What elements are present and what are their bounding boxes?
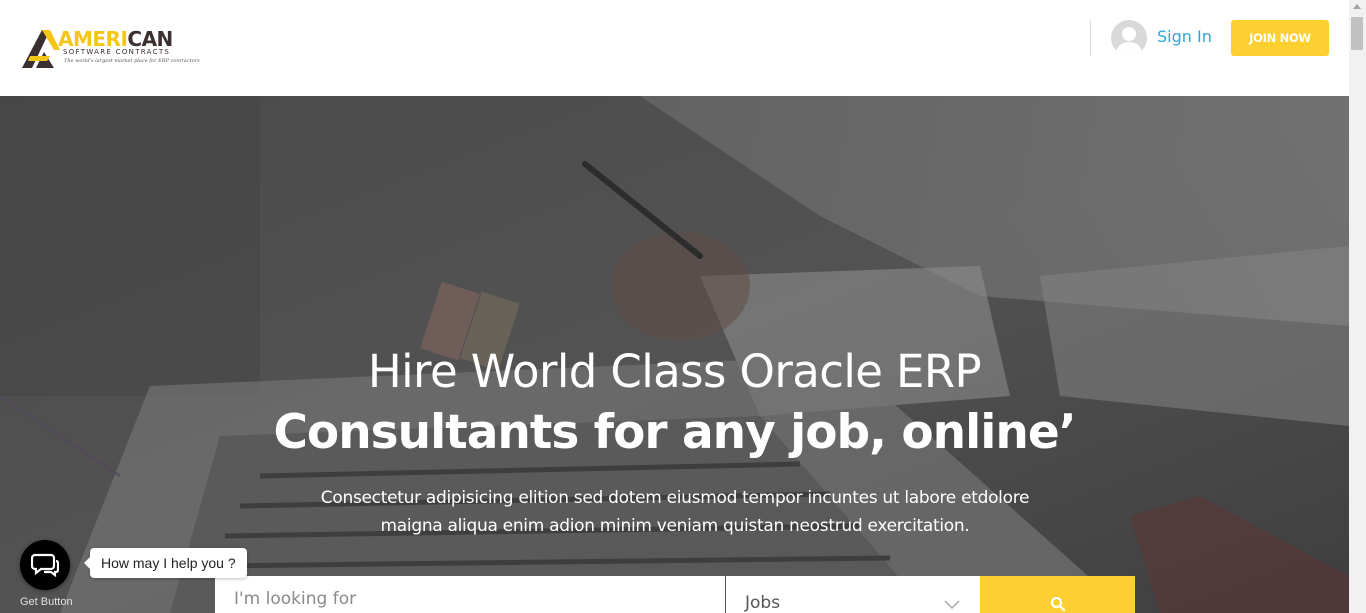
chat-button[interactable] — [20, 540, 70, 590]
chevron-down-icon — [944, 600, 960, 610]
site-header: AMERICAN SOFTWARE CONTRACTS The world's … — [0, 0, 1349, 96]
logo-tagline: The world's largest market place for ERP… — [64, 58, 200, 64]
chat-button-caption: Get Button — [20, 596, 73, 608]
hero-section: Hire World Class Oracle ERP Consultants … — [0, 96, 1349, 613]
hero-subtitle: Consectetur adipisicing elition sed dote… — [320, 488, 1030, 536]
search-category-select[interactable]: Jobs — [726, 576, 980, 613]
user-avatar-icon[interactable] — [1111, 20, 1147, 56]
sign-in-link[interactable]: Sign In — [1157, 27, 1212, 46]
scroll-thumb[interactable] — [1351, 17, 1363, 50]
site-logo[interactable]: AMERICAN SOFTWARE CONTRACTS The world's … — [20, 26, 200, 72]
search-button[interactable] — [980, 576, 1135, 613]
search-category-value: Jobs — [745, 593, 781, 613]
header-divider — [1090, 20, 1091, 56]
chat-prompt-bubble[interactable]: How may I help you ? — [84, 548, 247, 578]
scroll-up-arrow-icon[interactable] — [1353, 4, 1361, 9]
join-now-button[interactable]: JOIN NOW — [1231, 20, 1329, 56]
search-icon — [1050, 596, 1066, 612]
chat-bubbles-icon — [31, 553, 59, 578]
search-input[interactable] — [215, 576, 725, 613]
hero-title-line2: Consultants for any job, online’ — [273, 405, 1076, 460]
page-scrollbar[interactable] — [1349, 0, 1366, 613]
logo-wordmark: AMERICAN — [58, 29, 173, 49]
logo-subtitle: SOFTWARE CONTRACTS — [63, 48, 171, 56]
hero-title-line1: Hire World Class Oracle ERP — [367, 345, 982, 398]
